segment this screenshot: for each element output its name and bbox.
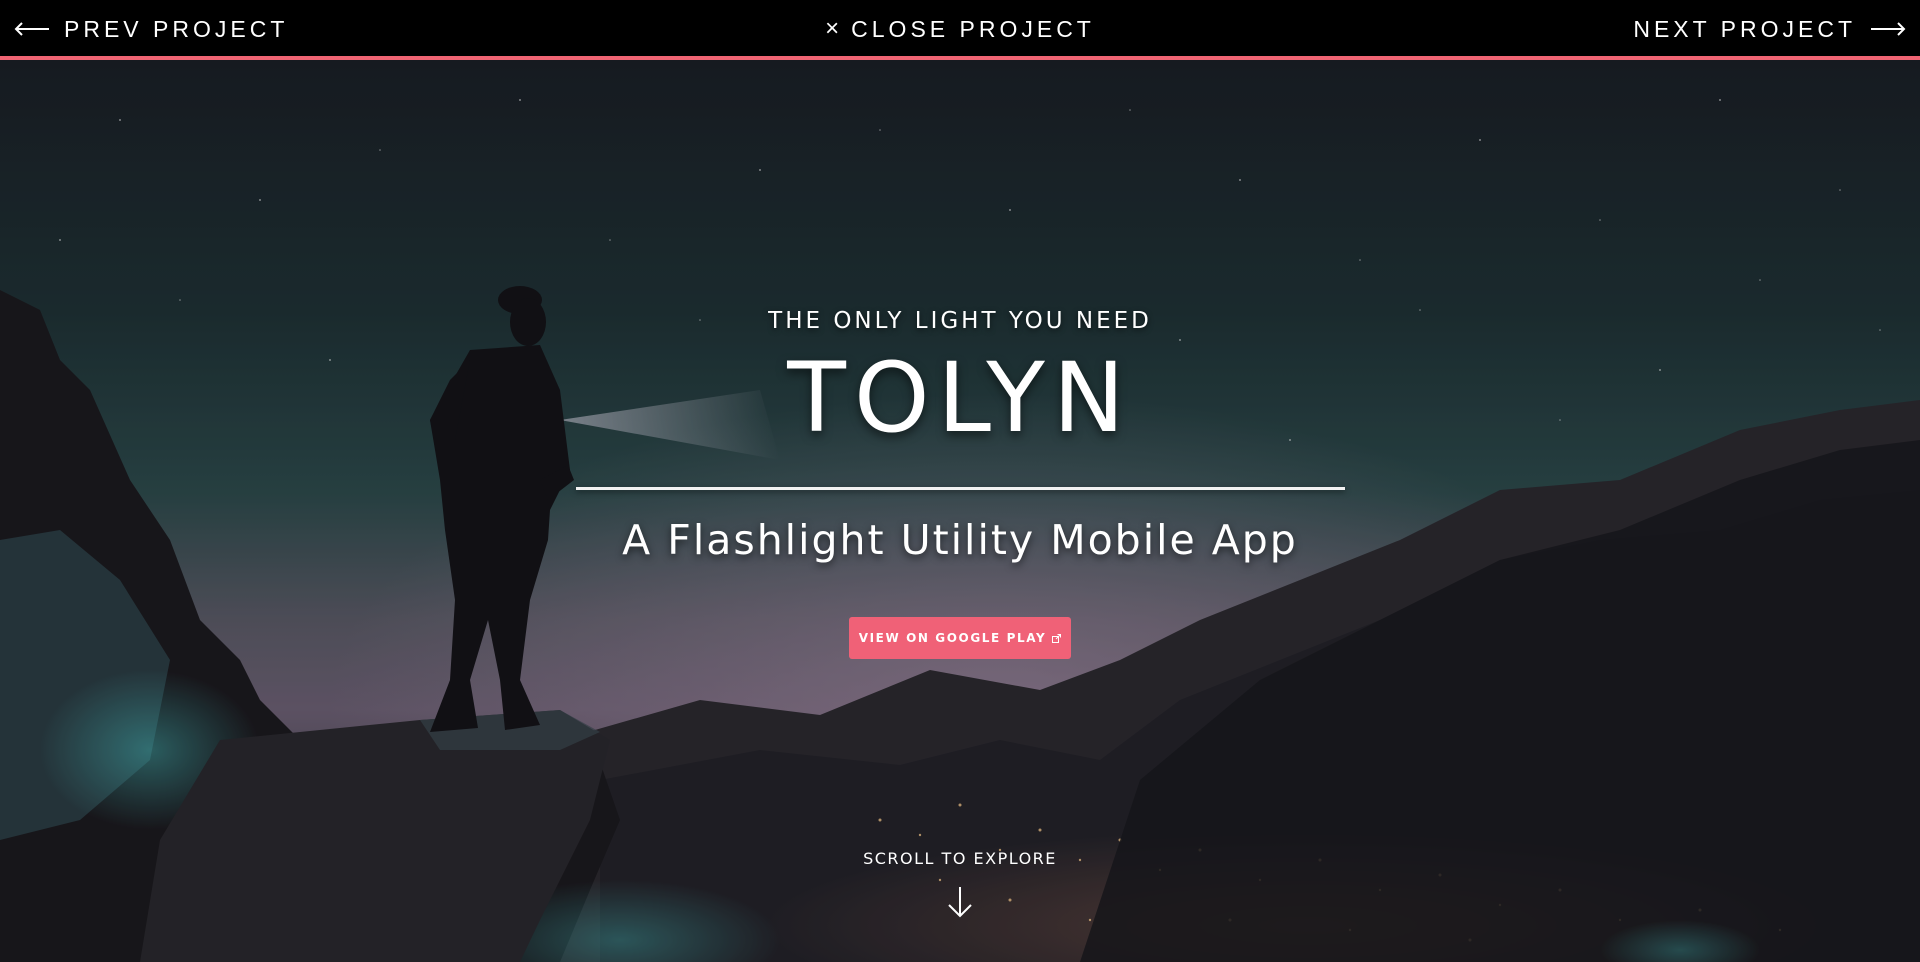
- arrow-down-icon[interactable]: [947, 886, 973, 918]
- next-project-label: NEXT PROJECT: [1633, 15, 1856, 42]
- prev-project-link[interactable]: PREV PROJECT: [14, 0, 288, 58]
- arrow-right-icon: [1871, 22, 1906, 36]
- hero-subtitle: A Flashlight Utility Mobile App: [622, 516, 1298, 564]
- close-project-link[interactable]: × CLOSE PROJECT: [825, 0, 1095, 58]
- prev-project-label: PREV PROJECT: [64, 15, 289, 42]
- project-nav-bar: PREV PROJECT × CLOSE PROJECT NEXT PROJEC…: [0, 0, 1920, 60]
- view-on-google-play-button[interactable]: VIEW ON GOOGLE PLAY: [849, 617, 1071, 659]
- title-divider: [576, 487, 1345, 490]
- hero-title: TOLYN: [787, 342, 1133, 454]
- arrow-left-icon: [14, 22, 49, 36]
- hero-section: THE ONLY LIGHT YOU NEED TOLYN A Flashlig…: [0, 60, 1920, 962]
- scroll-hint-label: SCROLL TO EXPLORE: [863, 849, 1057, 868]
- close-icon: ×: [825, 15, 840, 42]
- close-project-label: CLOSE PROJECT: [851, 15, 1095, 42]
- hero-content: THE ONLY LIGHT YOU NEED TOLYN A Flashlig…: [0, 60, 1920, 962]
- cta-label: VIEW ON GOOGLE PLAY: [858, 631, 1047, 645]
- hero-tagline: THE ONLY LIGHT YOU NEED: [768, 308, 1152, 334]
- external-link-icon: [1052, 633, 1062, 643]
- next-project-link[interactable]: NEXT PROJECT: [1633, 0, 1906, 58]
